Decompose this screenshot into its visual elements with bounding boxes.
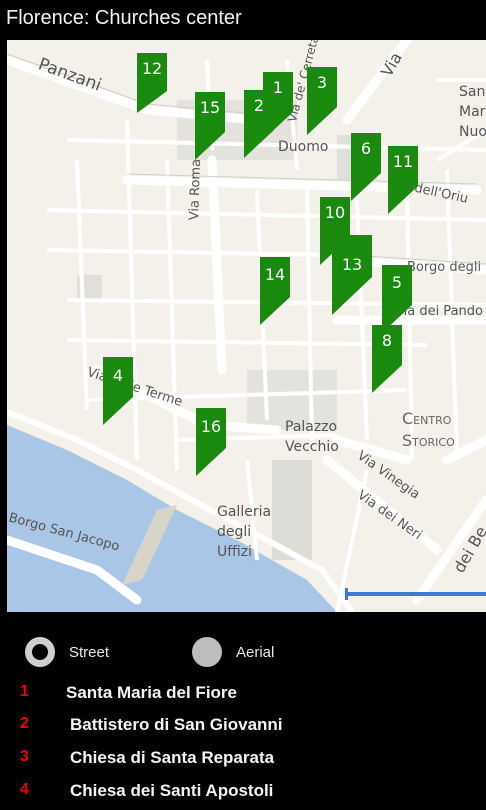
church-marker-14[interactable]: 14 — [260, 257, 290, 325]
street-label-borgo-degli-albizi: Borgo degli — [407, 260, 482, 275]
church-number: 3 — [20, 748, 29, 765]
title-bar: Florence: Churches center — [0, 0, 486, 40]
place-label-galleria-uffizi: Galleria degli Uffizi — [217, 504, 272, 560]
aerial-radio-label: Aerial — [236, 643, 275, 661]
church-number: 2 — [20, 715, 29, 732]
place-label-palazzo-vecchio: Palazzo Vecchio — [285, 419, 339, 455]
church-marker-8[interactable]: 8 — [372, 325, 402, 393]
bottom-panel: Street Aerial 1 Santa Maria del Fiore 2 … — [0, 612, 486, 810]
church-name: Chiesa di Santa Reparata — [70, 748, 275, 767]
church-marker-6[interactable]: 6 — [351, 133, 381, 201]
street-radio-label: Street — [69, 643, 110, 661]
church-list-item-3[interactable]: 3 Chiesa di Santa Reparata — [0, 745, 486, 775]
church-marker-5[interactable]: 5 — [382, 265, 412, 333]
church-list-item-4[interactable]: 4 Chiesa dei Santi Apostoli — [0, 778, 486, 808]
street-label-via-roma: Via Roma — [187, 158, 205, 221]
church-marker-15[interactable]: 15 — [195, 92, 225, 160]
church-marker-4[interactable]: 4 — [103, 357, 133, 425]
place-label-san-marco: San Marco Nuovo — [459, 84, 486, 140]
church-list-item-1[interactable]: 1 Santa Maria del Fiore — [0, 680, 486, 710]
church-number: 1 — [20, 683, 29, 700]
radio-unselected-icon — [192, 637, 222, 667]
church-number: 4 — [20, 781, 29, 798]
church-list-item-2[interactable]: 2 Battistero di San Giovanni — [0, 712, 486, 742]
church-marker-1[interactable]: 1 — [263, 72, 293, 140]
church-marker-12[interactable]: 12 — [137, 53, 167, 113]
church-marker-13[interactable]: 13 — [332, 235, 372, 315]
street-radio[interactable]: Street — [25, 637, 109, 667]
church-marker-3[interactable]: 3 — [307, 67, 337, 135]
church-name: Battistero di San Giovanni — [70, 715, 283, 734]
map-view[interactable]: Panzani Via Roma Duomo Via de' Cerretani… — [7, 40, 486, 612]
church-marker-16[interactable]: 16 — [196, 408, 226, 476]
app-title: Florence: Churches center — [6, 7, 242, 29]
church-name: Chiesa dei Santi Apostoli — [70, 781, 274, 800]
radio-selected-icon — [25, 637, 55, 667]
church-marker-11[interactable]: 11 — [388, 146, 418, 214]
aerial-radio[interactable]: Aerial — [192, 637, 274, 667]
church-name: Santa Maria del Fiore — [66, 683, 237, 702]
place-label-centro-storico: Centro Storico — [402, 409, 455, 450]
